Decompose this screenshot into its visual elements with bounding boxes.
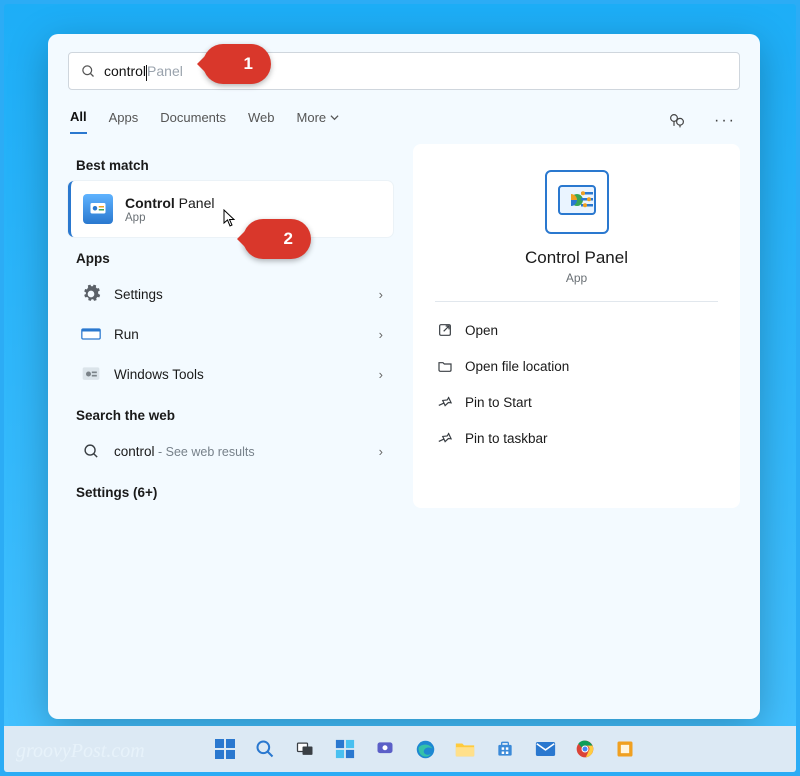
mail-button[interactable] (532, 736, 558, 762)
ms-store-button[interactable] (492, 736, 518, 762)
annotation-number: 1 (244, 54, 253, 74)
preview-pane: Control Panel App Open Open file locatio… (413, 144, 740, 508)
preview-app-icon (545, 170, 609, 234)
section-settings: Settings (6+) (76, 485, 393, 500)
watermark: groovyPost.com (16, 740, 145, 763)
section-best-match: Best match (76, 158, 393, 173)
tab-web[interactable]: Web (248, 110, 275, 133)
annotation-number: 2 (284, 229, 293, 249)
task-view-button[interactable] (292, 736, 318, 762)
action-pin-to-taskbar[interactable]: Pin to taskbar (435, 420, 718, 456)
filter-tabs: All Apps Documents Web More ··· (68, 108, 740, 134)
edge-button[interactable] (412, 736, 438, 762)
best-match-subtitle: App (125, 212, 214, 224)
pinned-app-button[interactable] (612, 736, 638, 762)
app-result-windows-tools[interactable]: Windows Tools › (68, 354, 393, 394)
start-button[interactable] (212, 736, 238, 762)
chevron-right-icon: › (379, 444, 383, 459)
action-label: Open file location (465, 359, 569, 374)
best-match-title: Control Panel (125, 195, 214, 211)
pin-icon (437, 394, 453, 410)
open-icon (437, 322, 453, 338)
tab-documents[interactable]: Documents (160, 110, 226, 133)
action-pin-to-start[interactable]: Pin to Start (435, 384, 718, 420)
annotation-callout-1: 1 (203, 44, 271, 84)
results-column: Best match Control Panel App 2 (68, 144, 393, 508)
search-input-container[interactable]: control Panel (68, 52, 740, 90)
divider (435, 301, 718, 302)
taskbar-search-button[interactable] (252, 736, 278, 762)
start-search-panel: control Panel 1 All Apps Documents Web M… (48, 34, 760, 719)
tools-icon (80, 363, 102, 385)
tab-more[interactable]: More (297, 110, 340, 133)
annotation-callout-2: 2 (243, 219, 311, 259)
tab-apps[interactable]: Apps (109, 110, 139, 133)
tab-more-label: More (297, 110, 327, 125)
rewards-icon-button[interactable] (664, 108, 690, 134)
file-explorer-button[interactable] (452, 736, 478, 762)
action-label: Pin to Start (465, 395, 532, 410)
widgets-button[interactable] (332, 736, 358, 762)
run-icon (80, 323, 102, 345)
more-options-button[interactable]: ··· (712, 108, 738, 134)
list-item-label: control - See web results (114, 444, 367, 459)
chevron-right-icon: › (379, 287, 383, 302)
action-label: Pin to taskbar (465, 431, 548, 446)
pin-icon (437, 430, 453, 446)
chat-button[interactable] (372, 736, 398, 762)
chrome-button[interactable] (572, 736, 598, 762)
chevron-right-icon: › (379, 327, 383, 342)
action-open-file-location[interactable]: Open file location (435, 348, 718, 384)
section-search-web: Search the web (76, 408, 393, 423)
folder-icon (437, 358, 453, 374)
app-result-run[interactable]: Run › (68, 314, 393, 354)
list-item-label: Windows Tools (114, 367, 367, 382)
control-panel-icon (83, 194, 113, 224)
search-suggestion-text: Panel (147, 63, 183, 79)
action-label: Open (465, 323, 498, 338)
list-item-label: Run (114, 327, 367, 342)
gear-icon (80, 283, 102, 305)
list-item-label: Settings (114, 287, 367, 302)
preview-title: Control Panel (525, 248, 628, 268)
chevron-down-icon (330, 113, 339, 122)
section-apps: Apps (76, 251, 393, 266)
tab-all[interactable]: All (70, 109, 87, 134)
web-result[interactable]: control - See web results › (68, 431, 393, 471)
preview-subtitle: App (566, 271, 587, 285)
action-open[interactable]: Open (435, 312, 718, 348)
chevron-right-icon: › (379, 367, 383, 382)
search-icon (80, 440, 102, 462)
search-typed-text: control (104, 63, 146, 79)
app-result-settings[interactable]: Settings › (68, 274, 393, 314)
search-icon (81, 64, 96, 79)
